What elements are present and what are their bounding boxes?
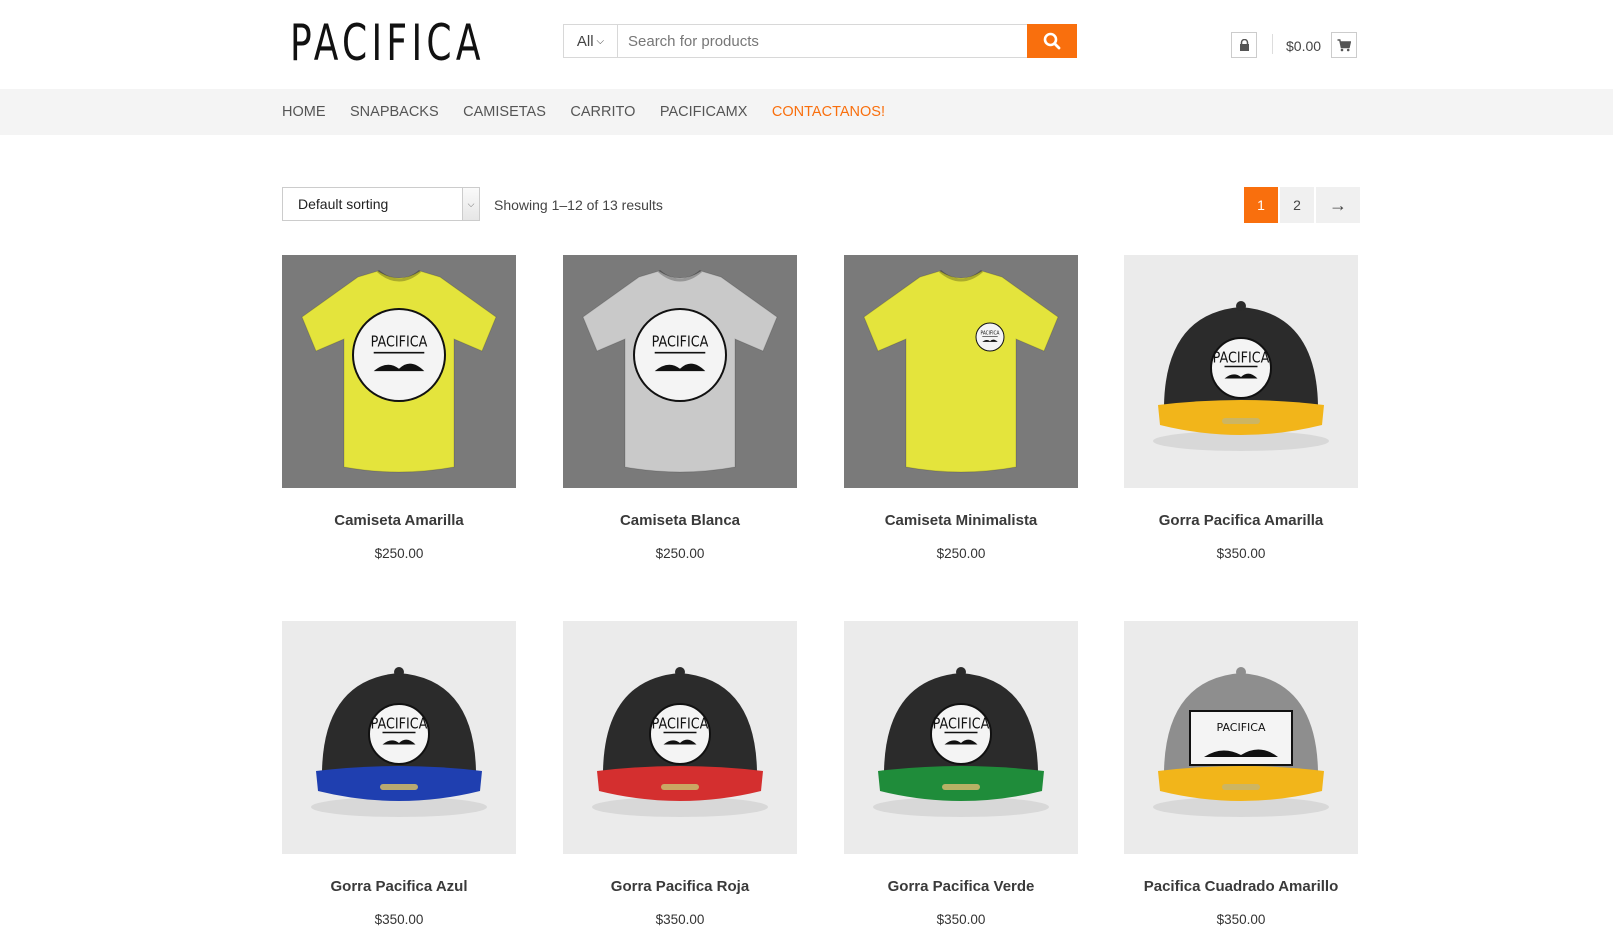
sorting-value: Default sorting (298, 196, 389, 212)
result-count: Showing 1–12 of 13 results (494, 197, 663, 213)
cart-icon (1337, 38, 1351, 51)
product-card[interactable]: PACIFICA Camiseta Blanca $250.00 (563, 255, 797, 561)
search-input[interactable] (618, 25, 1027, 57)
product-price: $350.00 (1216, 546, 1266, 561)
svg-text:PACIFICA: PACIFICA (1213, 350, 1270, 367)
site-logo[interactable]: PACIFICA (290, 14, 485, 72)
product-card[interactable]: PACIFICA Gorra Pacifica Azul $350.00 (282, 621, 516, 927)
product-name[interactable]: Camiseta Minimalista (844, 512, 1078, 529)
nav-item-camisetas[interactable]: CAMISETAS (463, 104, 546, 120)
product-image[interactable]: PACIFICA (563, 621, 797, 854)
product-price: $350.00 (1216, 912, 1266, 927)
page-1-link[interactable]: 1 (1244, 187, 1278, 223)
product-name[interactable]: Camiseta Blanca (563, 512, 797, 529)
sorting-select[interactable]: Default sorting ⌵ (282, 187, 480, 221)
chevron-down-icon: ⌵ (462, 188, 479, 220)
site-header: PACIFICA All ⌵ $0.00 (0, 0, 1613, 89)
svg-text:PACIFICA: PACIFICA (652, 334, 709, 351)
cap-illustration: PACIFICA (592, 667, 768, 817)
product-name[interactable]: Gorra Pacifica Amarilla (1124, 512, 1358, 529)
nav-item-home[interactable]: HOME (282, 104, 326, 120)
next-page-link[interactable]: → (1316, 187, 1360, 223)
chevron-down-icon: ⌵ (596, 35, 605, 47)
product-card[interactable]: PACIFICA Gorra Pacifica Verde $350.00 (844, 621, 1078, 927)
svg-text:PACIFICA: PACIFICA (981, 330, 1001, 336)
product-name[interactable]: Gorra Pacifica Verde (844, 878, 1078, 895)
svg-text:PACIFICA: PACIFICA (371, 334, 428, 351)
product-image[interactable]: PACIFICA (844, 621, 1078, 854)
svg-text:PACIFICA: PACIFICA (933, 716, 990, 733)
product-name[interactable]: Pacifica Cuadrado Amarillo (1124, 878, 1358, 895)
tshirt-illustration: PACIFICA (863, 269, 1059, 473)
product-image[interactable]: PACIFICA (1124, 621, 1358, 854)
cap-illustration: PACIFICA (1153, 301, 1329, 451)
cap-illustration: PACIFICA (873, 667, 1049, 817)
product-price: $250.00 (655, 546, 705, 561)
main-navigation: HOME SNAPBACKS CAMISETAS CARRITO PACIFIC… (0, 89, 1613, 135)
tshirt-illustration: PACIFICA (301, 269, 497, 473)
product-name[interactable]: Gorra Pacifica Azul (282, 878, 516, 895)
cart-total[interactable]: $0.00 (1286, 38, 1321, 54)
product-image[interactable]: PACIFICA (282, 255, 516, 488)
nav-item-carrito[interactable]: CARRITO (570, 104, 635, 120)
lock-icon (1239, 39, 1249, 51)
product-price: $350.00 (655, 912, 705, 927)
svg-text:PACIFICA: PACIFICA (1217, 721, 1266, 734)
product-image[interactable]: PACIFICA (1124, 255, 1358, 488)
product-card[interactable]: PACIFICA Camiseta Amarilla $250.00 (282, 255, 516, 561)
tshirt-illustration: PACIFICA (582, 269, 778, 473)
product-search: All ⌵ (563, 24, 1077, 58)
product-name[interactable]: Gorra Pacifica Roja (563, 878, 797, 895)
product-price: $350.00 (374, 912, 424, 927)
product-card[interactable]: PACIFICA Camiseta Minimalista $250.00 (844, 255, 1078, 561)
product-price: $350.00 (936, 912, 986, 927)
cap-illustration: PACIFICA (311, 667, 487, 817)
product-image[interactable]: PACIFICA (563, 255, 797, 488)
svg-text:PACIFICA: PACIFICA (652, 716, 709, 733)
product-card[interactable]: PACIFICA Gorra Pacifica Roja $350.00 (563, 621, 797, 927)
nav-item-contactanos[interactable]: CONTACTANOS! (772, 104, 885, 120)
svg-text:PACIFICA: PACIFICA (371, 716, 428, 733)
product-price: $250.00 (374, 546, 424, 561)
search-button[interactable] (1027, 24, 1077, 58)
nav-item-snapbacks[interactable]: SNAPBACKS (350, 104, 439, 120)
product-card[interactable]: PACIFICA Gorra Pacifica Amarilla $350.00 (1124, 255, 1358, 561)
product-card[interactable]: PACIFICA Pacifica Cuadrado Amarillo $350… (1124, 621, 1358, 927)
search-icon (1043, 32, 1061, 50)
product-price: $250.00 (936, 546, 986, 561)
cap-illustration: PACIFICA (1153, 667, 1329, 817)
page-2-link[interactable]: 2 (1280, 187, 1314, 223)
search-category-label: All (576, 32, 594, 50)
cart-button[interactable] (1331, 32, 1357, 58)
search-category-select[interactable]: All ⌵ (564, 25, 618, 57)
product-image[interactable]: PACIFICA (844, 255, 1078, 488)
product-name[interactable]: Camiseta Amarilla (282, 512, 516, 529)
pagination: 1 2 → (1244, 187, 1360, 223)
account-button[interactable] (1231, 32, 1257, 58)
nav-item-pacificamx[interactable]: PACIFICAMX (660, 104, 748, 120)
header-divider (1272, 34, 1273, 54)
product-image[interactable]: PACIFICA (282, 621, 516, 854)
